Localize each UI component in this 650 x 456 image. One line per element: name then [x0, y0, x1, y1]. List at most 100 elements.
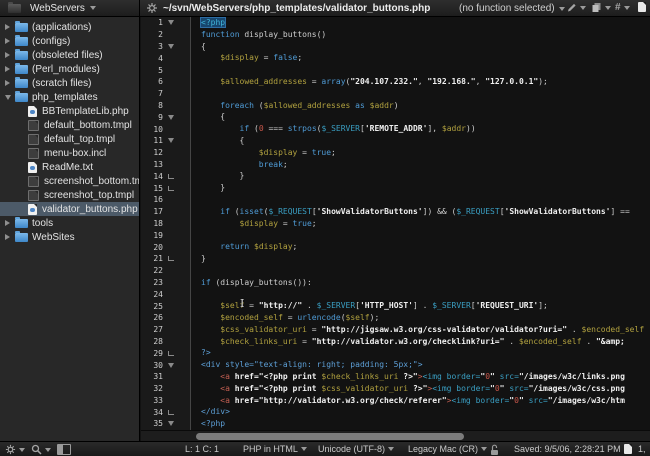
folder-icon	[15, 20, 28, 32]
code-line-16[interactable]	[191, 194, 650, 206]
code-line-34[interactable]: </div>	[191, 406, 650, 418]
code-line-17[interactable]: if (isset($_REQUEST['ShowValidatorButton…	[191, 206, 650, 218]
sidebar-item-scratch-files[interactable]: (scratch files)	[0, 76, 139, 90]
code-line-1[interactable]: <?php	[191, 17, 650, 29]
disclosure-triangle-icon[interactable]	[5, 24, 10, 30]
code-line-21[interactable]: }	[191, 253, 650, 265]
gutter-row: 32	[141, 383, 190, 395]
file-path[interactable]: ~/svn/WebServers/php_templates/validator…	[163, 3, 430, 14]
horizontal-scrollbar[interactable]	[141, 430, 650, 441]
fold-triangle-icon[interactable]	[168, 20, 174, 26]
file-icon	[28, 175, 39, 187]
code-line-11[interactable]: {	[191, 135, 650, 147]
code-line-12[interactable]: $display = true;	[191, 147, 650, 159]
code-line-6[interactable]: $allowed_addresses = array("204.107.232.…	[191, 76, 650, 88]
line-number: 3	[158, 41, 163, 51]
disclosure-triangle-icon[interactable]	[5, 80, 10, 86]
code-line-29[interactable]: ?>	[191, 347, 650, 359]
sidebar-item-configs[interactable]: (configs)	[0, 34, 139, 48]
encoding-menu[interactable]: Unicode (UTF-8)	[318, 444, 395, 454]
code-line-20[interactable]: return $display;	[191, 241, 650, 253]
fold-triangle-icon[interactable]	[168, 43, 174, 49]
language-menu[interactable]: PHP in HTML	[243, 444, 307, 454]
fold-end-icon[interactable]	[168, 185, 174, 191]
copy-icon[interactable]	[591, 2, 611, 13]
sidebar-item-validator-buttons-php[interactable]: validator_buttons.php	[0, 202, 139, 216]
line-endings-menu[interactable]: Legacy Mac (CR)	[408, 444, 488, 454]
sidebar-item-default-bottom-tmpl[interactable]: default_bottom.tmpl	[0, 118, 139, 132]
code-line-33[interactable]: <a href="http://validator.w3.org/check/r…	[191, 395, 650, 407]
sidebar-item-screenshot-bottom-tmpl[interactable]: screenshot_bottom.tmpl	[0, 174, 139, 188]
gutter-row: 1	[141, 17, 190, 29]
hash-icon[interactable]: #	[615, 2, 630, 13]
code-line-24[interactable]	[191, 288, 650, 300]
fold-end-icon[interactable]	[168, 173, 174, 179]
gutter-row: 28	[141, 336, 190, 348]
fold-end-icon[interactable]	[168, 409, 174, 415]
disclosure-triangle-icon[interactable]	[5, 234, 10, 240]
code-line-22[interactable]	[191, 265, 650, 277]
unlock-icon[interactable]	[489, 444, 500, 456]
code-line-26[interactable]: $encoded_self = urlencode($self);	[191, 312, 650, 324]
sidebar-item-php-templates[interactable]: php_templates	[0, 90, 139, 104]
scrollbar-thumb[interactable]	[196, 433, 464, 440]
disclosure-triangle-icon[interactable]	[5, 38, 10, 44]
code-line-4[interactable]: $display = false;	[191, 52, 650, 64]
gear-icon[interactable]	[5, 444, 25, 455]
code-line-19[interactable]	[191, 229, 650, 241]
code-line-5[interactable]	[191, 64, 650, 76]
gutter-row: 24	[141, 288, 190, 300]
code-line-28[interactable]: $check_links_uri = "http://validator.w3.…	[191, 336, 650, 348]
fold-triangle-icon[interactable]	[168, 362, 174, 368]
sidebar-item-tools[interactable]: tools	[0, 216, 139, 230]
fold-triangle-icon[interactable]	[168, 114, 174, 120]
code-line-23[interactable]: if (display_buttons()):	[191, 277, 650, 289]
sidebar-item-label: default_top.tmpl	[44, 133, 116, 145]
fold-triangle-icon[interactable]	[168, 138, 174, 144]
code-line-35[interactable]: <?php	[191, 418, 650, 430]
gear-icon[interactable]	[146, 2, 158, 14]
search-icon[interactable]	[31, 444, 51, 455]
status-bar: L: 1 C: 1 PHP in HTML Unicode (UTF-8) Le…	[0, 441, 650, 456]
line-number: 4	[158, 53, 163, 63]
sidebar-item-obsoleted-files[interactable]: (obsoleted files)	[0, 48, 139, 62]
disclosure-triangle-icon[interactable]	[4, 94, 11, 100]
code-line-2[interactable]: function display_buttons()	[191, 29, 650, 41]
sidebar-item-readme-txt[interactable]: ReadMe.txt	[0, 160, 139, 174]
code-line-30[interactable]: <div style="text-align: right; padding: …	[191, 359, 650, 371]
sidebar-item-websites[interactable]: WebSites	[0, 230, 139, 244]
pencil-icon[interactable]	[566, 2, 586, 13]
code-line-9[interactable]: {	[191, 111, 650, 123]
disclosure-triangle-icon[interactable]	[5, 66, 10, 72]
sidebar-item-menu-box-incl[interactable]: menu-box.incl	[0, 146, 139, 160]
code-line-15[interactable]: }	[191, 182, 650, 194]
fold-end-icon[interactable]	[168, 350, 174, 356]
fold-triangle-icon[interactable]	[168, 421, 174, 427]
sidebar-item-perl-modules[interactable]: (Perl_modules)	[0, 62, 139, 76]
code-line-31[interactable]: <a href="<?php print $check_links_uri ?>…	[191, 371, 650, 383]
code-line-3[interactable]: {	[191, 41, 650, 53]
sidebar-item-screenshot-top-tmpl[interactable]: screenshot_top.tmpl	[0, 188, 139, 202]
fold-end-icon[interactable]	[168, 256, 174, 262]
sidebar-header[interactable]: WebServers	[0, 0, 140, 16]
document-icon[interactable]	[638, 2, 646, 12]
code-line-27[interactable]: $css_validator_uri = "http://jigsaw.w3.o…	[191, 324, 650, 336]
disclosure-triangle-icon[interactable]	[5, 52, 10, 58]
code-line-18[interactable]: $display = true;	[191, 218, 650, 230]
sidebar-item-default-top-tmpl[interactable]: default_top.tmpl	[0, 132, 139, 146]
code-line-13[interactable]: break;	[191, 159, 650, 171]
code-line-8[interactable]: foreach ($allowed_addresses as $addr)	[191, 100, 650, 112]
code-line-10[interactable]: if (0 === strpos($_SERVER['REMOTE_ADDR']…	[191, 123, 650, 135]
code-line-7[interactable]	[191, 88, 650, 100]
disclosure-triangle-icon[interactable]	[5, 220, 10, 226]
sidebar-item-bbtemplatelib-php[interactable]: BBTemplateLib.php	[0, 104, 139, 118]
sidebar-toggle-icon[interactable]	[57, 444, 71, 455]
code-line-25[interactable]: $self = "http://" . $_SERVER['HTTP_HOST'…	[191, 300, 650, 312]
code-line-32[interactable]: <a href="<?php print $css_validator_uri …	[191, 383, 650, 395]
code-line-14[interactable]: }	[191, 170, 650, 182]
line-number: 15	[153, 183, 163, 193]
sidebar-item-applications[interactable]: (applications)	[0, 20, 139, 34]
folder-icon	[15, 90, 28, 102]
function-selector[interactable]: (no function selected)	[459, 3, 565, 14]
code-editor[interactable]: <?php function display_buttons(){ $displa…	[191, 17, 650, 430]
